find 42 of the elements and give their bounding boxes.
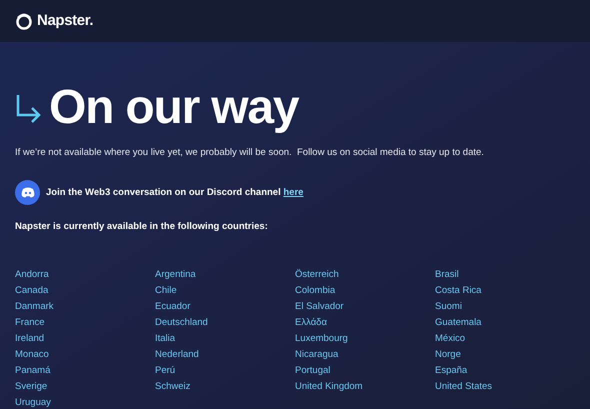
country-link[interactable]: Argentina <box>155 268 295 280</box>
country-link[interactable]: Danmark <box>15 300 155 312</box>
country-link[interactable]: Monaco <box>15 348 155 360</box>
discord-icon <box>15 180 40 206</box>
discord-text: Join the Web3 conversation on our Discord channel here <box>46 186 304 200</box>
country-link[interactable]: Brasil <box>435 268 575 280</box>
country-link[interactable]: Schweiz <box>155 380 295 392</box>
country-link[interactable]: Ireland <box>15 332 155 344</box>
country-link[interactable]: Panamá <box>15 364 155 376</box>
country-link[interactable]: Andorra <box>15 268 155 280</box>
country-link[interactable]: Nicaragua <box>295 348 435 360</box>
country-link[interactable]: Deutschland <box>155 316 295 328</box>
country-link[interactable]: Ecuador <box>155 300 295 312</box>
logo-icon <box>15 12 33 30</box>
country-link[interactable]: Ελλάδα <box>295 316 435 328</box>
countries-title: Napster is currently available in the following countries: <box>15 220 269 234</box>
logo-text: Napster. <box>37 10 94 31</box>
country-link[interactable]: Italia <box>155 332 295 344</box>
page-heading: On our way <box>49 80 298 136</box>
intro-text: If we’re not available where you live yet, we probably will be soon. Follow us on social media to stay up to date. <box>15 146 485 160</box>
discord-link[interactable]: here <box>283 186 304 198</box>
country-link[interactable]: Perú <box>155 364 295 376</box>
country-link[interactable]: Chile <box>155 284 295 296</box>
country-link[interactable]: México <box>435 332 575 344</box>
country-link[interactable]: Österreich <box>295 268 435 280</box>
country-link[interactable]: Canada <box>15 284 155 296</box>
country-link[interactable]: France <box>15 316 155 328</box>
country-link[interactable]: Colombia <box>295 284 435 296</box>
country-link[interactable]: Uruguay <box>15 396 155 408</box>
country-link[interactable]: España <box>435 364 575 376</box>
country-link[interactable]: United States <box>435 380 575 392</box>
country-link[interactable]: Norge <box>435 348 575 360</box>
country-link[interactable]: Sverige <box>15 380 155 392</box>
country-link[interactable]: El Salvador <box>295 300 435 312</box>
arrow-icon <box>15 93 43 123</box>
country-link[interactable]: Luxembourg <box>295 332 435 344</box>
country-link[interactable]: Guatemala <box>435 316 575 328</box>
country-link[interactable]: Nederland <box>155 348 295 360</box>
country-link[interactable]: United Kingdom <box>295 380 435 392</box>
country-link[interactable]: Portugal <box>295 364 435 376</box>
country-link[interactable]: Costa Rica <box>435 284 575 296</box>
country-link[interactable]: Suomi <box>435 300 575 312</box>
